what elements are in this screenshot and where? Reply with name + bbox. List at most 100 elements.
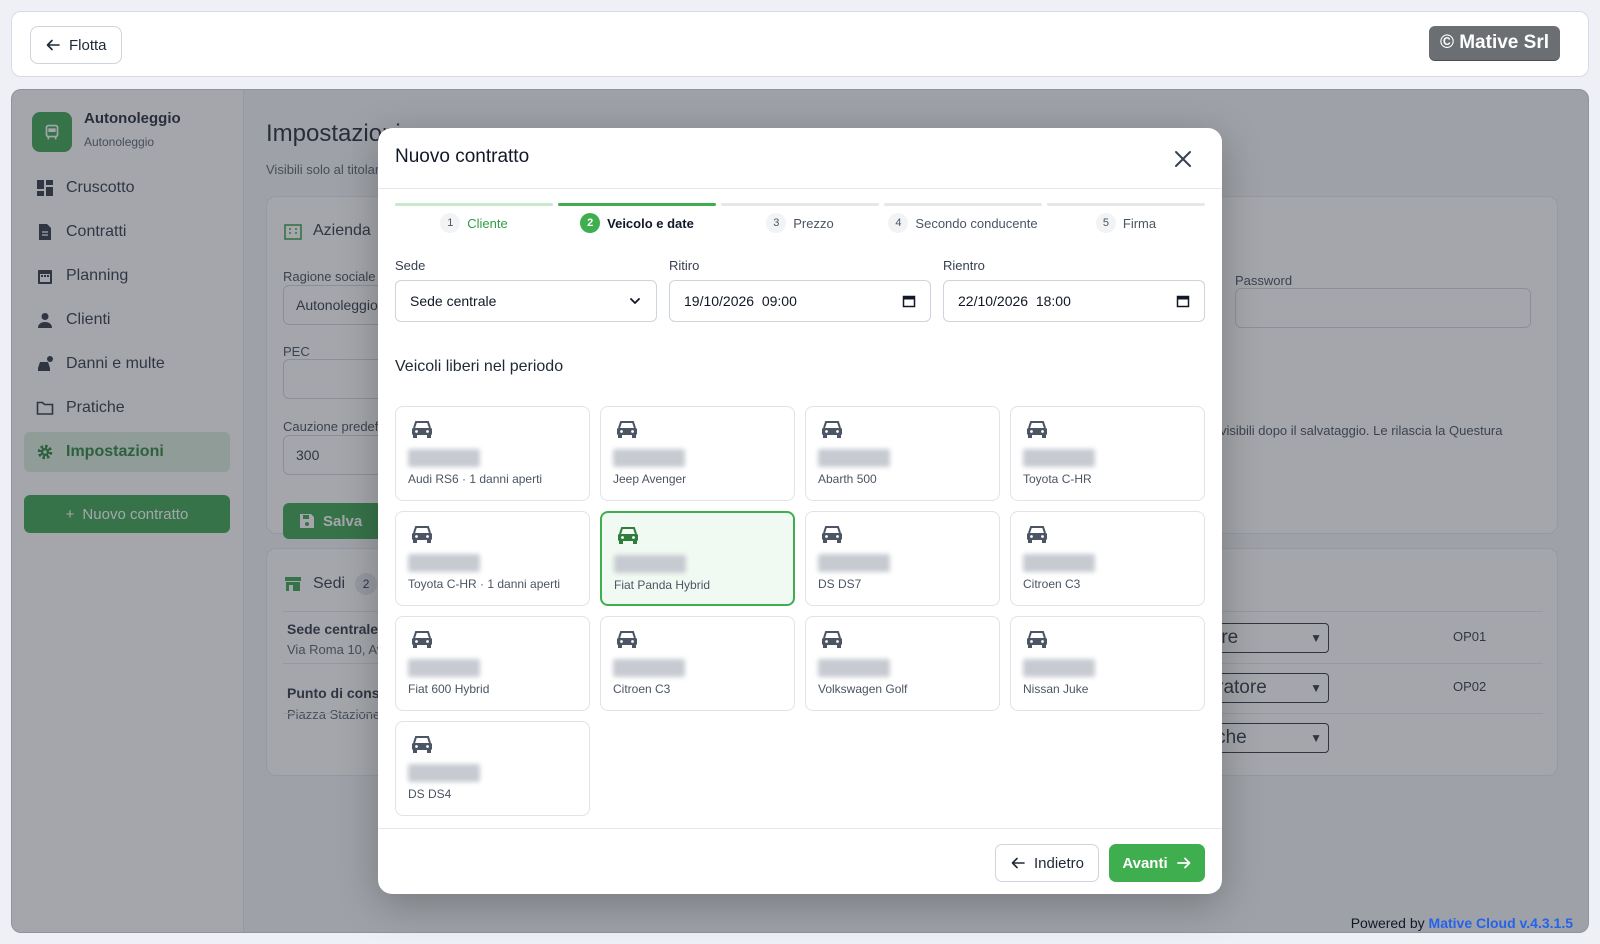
rientro-label: Rientro xyxy=(943,258,985,273)
back-button-label: Flotta xyxy=(69,36,107,54)
license-plate-redacted xyxy=(408,764,480,782)
modal-header-divider xyxy=(378,188,1222,189)
car-icon xyxy=(617,421,637,438)
vehicle-name: Volkswagen Golf xyxy=(818,682,908,696)
sede-select-value: Sede centrale xyxy=(410,293,497,309)
modal-title: Nuovo contratto xyxy=(395,146,530,167)
calendar-icon xyxy=(902,295,916,308)
license-plate-redacted xyxy=(613,449,685,467)
step-firma[interactable]: 5 Firma xyxy=(1047,203,1205,247)
license-plate-redacted xyxy=(408,659,480,677)
vehicle-name: Citroen C3 xyxy=(1023,577,1081,591)
step-label: 1 Cliente xyxy=(395,213,553,233)
ritiro-label: Ritiro xyxy=(669,258,700,273)
vehicle-card[interactable]: Fiat 600 Hybrid xyxy=(395,616,590,711)
vehicle-card[interactable]: Toyota C-HR xyxy=(1010,406,1205,501)
vehicle-name: Citroen C3 xyxy=(613,682,671,696)
step-progress-bar xyxy=(558,203,716,206)
car-icon xyxy=(618,527,638,544)
vehicle-card[interactable]: Abarth 500 xyxy=(805,406,1000,501)
ritiro-datetime-input[interactable]: 19/10/2026 09:00 xyxy=(669,280,931,322)
car-icon xyxy=(1027,526,1047,543)
next-label: Avanti xyxy=(1122,854,1168,872)
step-progress-bar xyxy=(884,203,1042,206)
step-secondo-conducente[interactable]: 4 Secondo conducente xyxy=(884,203,1042,247)
step-label: 3 Prezzo xyxy=(721,213,879,233)
step-progress-bar xyxy=(721,203,879,206)
car-icon xyxy=(412,526,432,543)
brand-badge: © Mative Srl xyxy=(1428,26,1560,60)
step-number: 1 xyxy=(440,213,461,233)
vehicle-name: DS DS4 xyxy=(408,787,452,801)
next-button[interactable]: Avanti xyxy=(1109,844,1205,882)
license-plate-redacted xyxy=(818,659,890,677)
back-button[interactable]: Indietro xyxy=(995,844,1099,882)
step-prezzo[interactable]: 3 Prezzo xyxy=(721,203,879,247)
powered-by-brand-link[interactable]: Mative Cloud v.4.3.1.5 xyxy=(1429,915,1573,931)
step-label: 4 Secondo conducente xyxy=(884,213,1042,233)
stepper: 1 Cliente 2 Veicolo e date 3 Prezzo 4 Second… xyxy=(395,203,1205,247)
vehicle-card[interactable]: Audi RS6 · 1 danni aperti xyxy=(395,406,590,501)
sede-select[interactable]: Sede centrale xyxy=(395,280,657,322)
vehicle-card[interactable]: DS DS4 xyxy=(395,721,590,816)
step-label: 5 Firma xyxy=(1047,213,1205,233)
license-plate-redacted xyxy=(408,449,480,467)
back-to-fleet-button[interactable]: Flotta xyxy=(30,26,122,64)
powered-by: Powered by Mative Cloud v.4.3.1.5 xyxy=(1351,915,1573,931)
rientro-value: 22/10/2026 18:00 xyxy=(958,293,1071,309)
rientro-datetime-input[interactable]: 22/10/2026 18:00 xyxy=(943,280,1205,322)
license-plate-redacted xyxy=(408,554,480,572)
vehicle-card[interactable]: Toyota C-HR · 1 danni aperti xyxy=(395,511,590,606)
vehicle-name: Nissan Juke xyxy=(1023,682,1089,696)
vehicle-name: Toyota C-HR xyxy=(1023,472,1092,486)
step-cliente[interactable]: 1 Cliente xyxy=(395,203,553,247)
vehicle-card[interactable]: Volkswagen Golf xyxy=(805,616,1000,711)
ritiro-value: 19/10/2026 09:00 xyxy=(684,293,797,309)
step-number: 5 xyxy=(1095,213,1116,233)
car-icon xyxy=(822,526,842,543)
powered-by-prefix: Powered by xyxy=(1350,915,1425,931)
step-veicolo-e-date[interactable]: 2 Veicolo e date xyxy=(558,203,716,247)
vehicle-name: Fiat 600 Hybrid xyxy=(408,682,490,696)
vehicle-name: Toyota C-HR · 1 danni aperti xyxy=(408,577,561,591)
vehicle-name: DS DS7 xyxy=(818,577,862,591)
available-vehicles-title: Veicoli liberi nel periodo xyxy=(395,358,564,375)
step-text: Secondo conducente xyxy=(915,215,1038,231)
step-progress-bar xyxy=(395,203,553,206)
license-plate-redacted xyxy=(1023,659,1095,677)
vehicle-name: Fiat Panda Hybrid xyxy=(614,578,711,592)
modal-footer-divider xyxy=(378,828,1222,829)
vehicle-name: Jeep Avenger xyxy=(613,472,687,486)
license-plate-redacted xyxy=(613,659,685,677)
step-progress-bar xyxy=(1047,203,1205,206)
chevron-down-icon xyxy=(630,298,640,304)
close-icon xyxy=(1175,151,1191,167)
car-icon xyxy=(822,421,842,438)
step-text: Cliente xyxy=(467,215,508,231)
vehicle-card[interactable]: Jeep Avenger xyxy=(600,406,795,501)
vehicle-card[interactable]: DS DS7 xyxy=(805,511,1000,606)
sede-label: Sede xyxy=(395,258,426,273)
vehicle-name: Audi RS6 · 1 danni aperti xyxy=(408,472,543,486)
arrow-right-icon xyxy=(1176,857,1191,869)
step-text: Veicolo e date xyxy=(607,215,694,231)
arrow-left-icon xyxy=(46,39,60,51)
step-number: 4 xyxy=(888,213,909,233)
vehicle-card[interactable]: Citroen C3 xyxy=(1010,511,1205,606)
car-icon xyxy=(412,736,432,753)
vehicle-card[interactable]: Nissan Juke xyxy=(1010,616,1205,711)
step-label: 2 Veicolo e date xyxy=(558,213,716,233)
vehicle-name: Abarth 500 xyxy=(818,472,877,486)
car-icon xyxy=(617,631,637,648)
car-icon xyxy=(822,631,842,648)
calendar-icon xyxy=(1176,295,1190,308)
close-button[interactable] xyxy=(1170,146,1196,172)
vehicle-card[interactable]: Citroen C3 xyxy=(600,616,795,711)
vehicle-card[interactable]: Fiat Panda Hybrid xyxy=(600,511,795,606)
step-number: 2 xyxy=(580,213,601,233)
top-bar: Flotta © Mative Srl xyxy=(11,11,1589,77)
car-icon xyxy=(412,421,432,438)
car-icon xyxy=(1027,631,1047,648)
step-number: 3 xyxy=(766,213,787,233)
step-text: Prezzo xyxy=(793,215,834,231)
